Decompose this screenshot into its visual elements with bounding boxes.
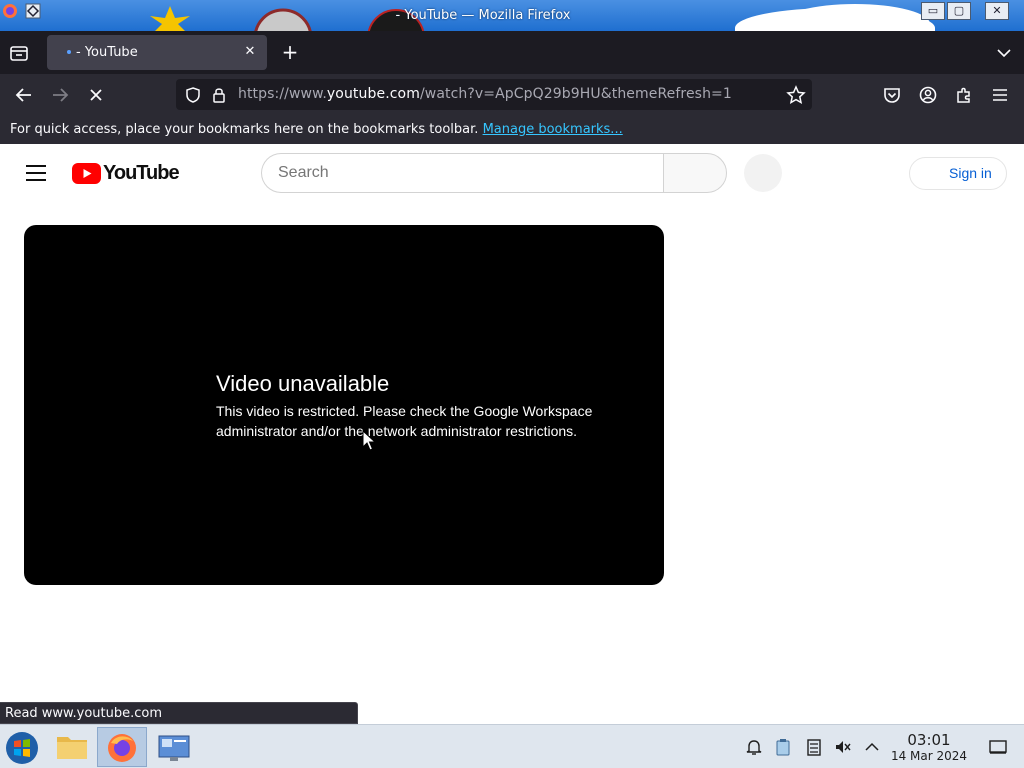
firefox-view-icon[interactable]: [8, 42, 30, 64]
bookmarks-toolbar: For quick access, place your bookmarks h…: [0, 115, 1024, 144]
sign-in-label: Sign in: [949, 165, 992, 181]
firefox-icon: [108, 734, 136, 762]
taskbar-firefox-active[interactable]: [97, 727, 147, 767]
youtube-wordmark: YouTube: [103, 162, 180, 184]
back-arrow-icon[interactable]: [13, 84, 35, 106]
taskbar: 03:01 14 Mar 2024: [0, 724, 1024, 768]
youtube-play-logo-icon: [72, 163, 101, 184]
stop-loading-icon[interactable]: [85, 84, 107, 106]
bookmarks-empty-message: For quick access, place your bookmarks h…: [10, 122, 623, 137]
lock-icon[interactable]: [211, 86, 227, 104]
tab-strip: - YouTube ✕ +: [0, 31, 1024, 74]
window-title: - YouTube — Mozilla Firefox: [395, 8, 571, 23]
youtube-page: YouTube Sign in Video unavailable This v…: [0, 144, 1024, 723]
tab-loading-indicator: [67, 50, 71, 54]
account-icon[interactable]: [917, 84, 939, 106]
guide-menu-button[interactable]: [26, 165, 46, 181]
navigation-toolbar: https://www.youtube.com/watch?v=ApCpQ29b…: [0, 74, 1024, 115]
list-all-tabs-chevron-icon[interactable]: [994, 43, 1014, 63]
clock-time[interactable]: 03:01: [890, 731, 968, 749]
extensions-puzzle-icon[interactable]: [953, 84, 975, 106]
new-tab-button[interactable]: +: [279, 41, 301, 63]
pocket-icon[interactable]: [881, 84, 903, 106]
url-bar[interactable]: https://www.youtube.com/watch?v=ApCpQ29b…: [176, 79, 812, 110]
status-panel: Read www.youtube.com: [0, 702, 358, 724]
start-menu-icon[interactable]: [0, 727, 48, 767]
status-text: Read www.youtube.com: [5, 706, 163, 721]
url-host: youtube.com: [326, 86, 420, 102]
file-manager-folder-icon[interactable]: [48, 727, 96, 767]
notifications-bell-icon[interactable]: [744, 737, 764, 757]
manage-bookmarks-link[interactable]: Manage bookmarks...: [483, 122, 623, 137]
error-message: This video is restricted. Please check t…: [216, 403, 593, 439]
clock-date[interactable]: 14 Mar 2024: [890, 749, 968, 763]
menu-line: [26, 179, 46, 181]
tab-title: - YouTube: [76, 45, 138, 60]
error-title: Video unavailable: [216, 371, 390, 396]
app-menu-hamburger-icon[interactable]: [989, 84, 1011, 106]
tab-youtube[interactable]: - YouTube ✕: [47, 35, 267, 70]
menu-line: [26, 172, 46, 174]
close-tab-icon[interactable]: ✕: [242, 44, 258, 60]
system-settings-monitor-icon[interactable]: [150, 727, 198, 767]
window-titlebar[interactable]: - YouTube — Mozilla Firefox ▭ ▢ ✕: [0, 0, 1024, 31]
bookmark-star-icon[interactable]: [786, 85, 806, 105]
minimize-button[interactable]: ▭: [921, 2, 945, 20]
tracking-protection-shield-icon[interactable]: [184, 86, 202, 104]
sign-in-button[interactable]: Sign in: [909, 157, 1007, 190]
url-prefix: https://www.: [238, 86, 327, 102]
search-button[interactable]: [663, 153, 727, 193]
show-hidden-icons-chevron-icon[interactable]: [862, 737, 882, 757]
bookmarks-hint-text: For quick access, place your bookmarks h…: [10, 122, 479, 137]
forward-arrow-icon[interactable]: [49, 84, 71, 106]
url-text[interactable]: https://www.youtube.com/watch?v=ApCpQ29b…: [238, 86, 732, 102]
url-path: /watch?v=ApCpQ29b9HU&themeRefresh=1: [419, 86, 732, 102]
volume-muted-icon[interactable]: [833, 737, 853, 757]
video-player[interactable]: Video unavailable This video is restrict…: [24, 225, 664, 585]
clipboard-icon[interactable]: [773, 737, 793, 757]
maximize-button[interactable]: ▢: [947, 2, 971, 20]
search-input[interactable]: [278, 162, 648, 184]
show-desktop-icon[interactable]: [988, 737, 1008, 757]
mouse-cursor-icon: [362, 430, 376, 451]
voice-search-button[interactable]: [744, 154, 782, 192]
search-box[interactable]: [261, 153, 664, 193]
close-window-button[interactable]: ✕: [985, 2, 1009, 20]
storage-icon[interactable]: [804, 737, 824, 757]
menu-line: [26, 165, 46, 167]
